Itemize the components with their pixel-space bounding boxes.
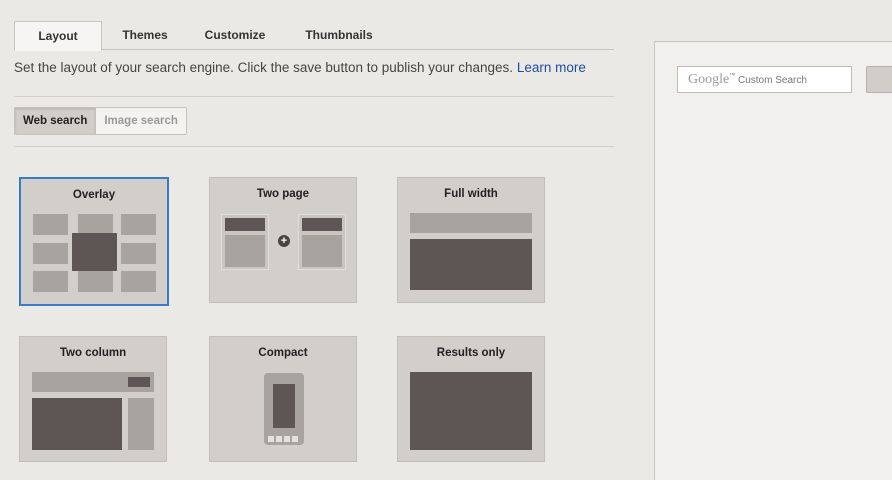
layout-thumbnail bbox=[32, 398, 122, 450]
layout-thumbnail bbox=[302, 235, 342, 267]
layout-thumbnail bbox=[410, 213, 532, 233]
layout-title: Compact bbox=[258, 347, 308, 359]
overlay-results-block bbox=[72, 233, 117, 271]
layout-title: Full width bbox=[444, 188, 498, 200]
google-logo: Google bbox=[688, 72, 730, 87]
search-placeholder: Custom Search bbox=[738, 75, 807, 86]
layout-thumbnail bbox=[121, 243, 156, 264]
layout-thumbnail bbox=[273, 384, 295, 428]
page-box bbox=[221, 214, 269, 270]
trademark-symbol: ™ bbox=[729, 73, 736, 79]
tab-layout[interactable]: Layout bbox=[14, 21, 102, 51]
layout-thumbnail bbox=[78, 271, 113, 292]
layout-thumbnail bbox=[268, 436, 300, 442]
layout-thumbnail bbox=[410, 372, 532, 450]
image-search-button[interactable]: Image search bbox=[95, 108, 186, 134]
layout-card-full-width[interactable]: Full width bbox=[397, 177, 545, 303]
layout-thumbnail bbox=[302, 218, 342, 231]
description-text: Set the layout of your search engine. Cl… bbox=[14, 60, 514, 75]
learn-more-link[interactable]: Learn more bbox=[517, 60, 586, 75]
layout-thumbnail bbox=[33, 214, 68, 235]
layout-description: Set the layout of your search engine. Cl… bbox=[14, 60, 586, 75]
divider bbox=[14, 96, 614, 97]
preview-search-button[interactable] bbox=[866, 66, 892, 93]
page-box bbox=[298, 214, 346, 270]
layout-thumbnail bbox=[225, 235, 265, 267]
layout-thumbnail bbox=[410, 239, 532, 290]
layout-thumbnail bbox=[225, 218, 265, 231]
tab-bar: Layout Themes Customize Thumbnails bbox=[14, 21, 614, 51]
layout-title: Overlay bbox=[72, 189, 116, 201]
layout-card-results-only[interactable]: Results only bbox=[397, 336, 545, 462]
layout-thumbnail bbox=[121, 271, 156, 292]
phone-icon bbox=[264, 373, 304, 445]
layout-thumbnail bbox=[33, 271, 68, 292]
layout-thumbnail bbox=[33, 243, 68, 264]
tab-customize[interactable]: Customize bbox=[194, 21, 276, 50]
preview-search-input[interactable]: Google™ Custom Search bbox=[677, 66, 852, 93]
layout-card-two-page[interactable]: Two page + bbox=[209, 177, 357, 303]
preview-panel bbox=[654, 41, 892, 480]
search-type-toggle: Web search Image search bbox=[14, 107, 187, 135]
layout-title: Two column bbox=[59, 347, 127, 359]
tab-themes[interactable]: Themes bbox=[110, 21, 180, 50]
divider bbox=[14, 146, 614, 147]
web-search-button[interactable]: Web search bbox=[15, 108, 96, 134]
layout-card-two-column[interactable]: Two column bbox=[19, 336, 167, 462]
layout-thumbnail bbox=[128, 398, 154, 450]
tab-thumbnails[interactable]: Thumbnails bbox=[289, 21, 389, 50]
layout-title: Two page bbox=[256, 188, 310, 200]
plus-icon: + bbox=[278, 235, 290, 247]
layout-card-compact[interactable]: Compact bbox=[209, 336, 357, 462]
layout-card-overlay[interactable]: Overlay bbox=[19, 177, 169, 306]
layout-thumbnail bbox=[121, 214, 156, 235]
layout-title: Results only bbox=[436, 347, 506, 359]
layout-thumbnail bbox=[128, 377, 150, 387]
layout-thumbnail bbox=[78, 214, 113, 235]
